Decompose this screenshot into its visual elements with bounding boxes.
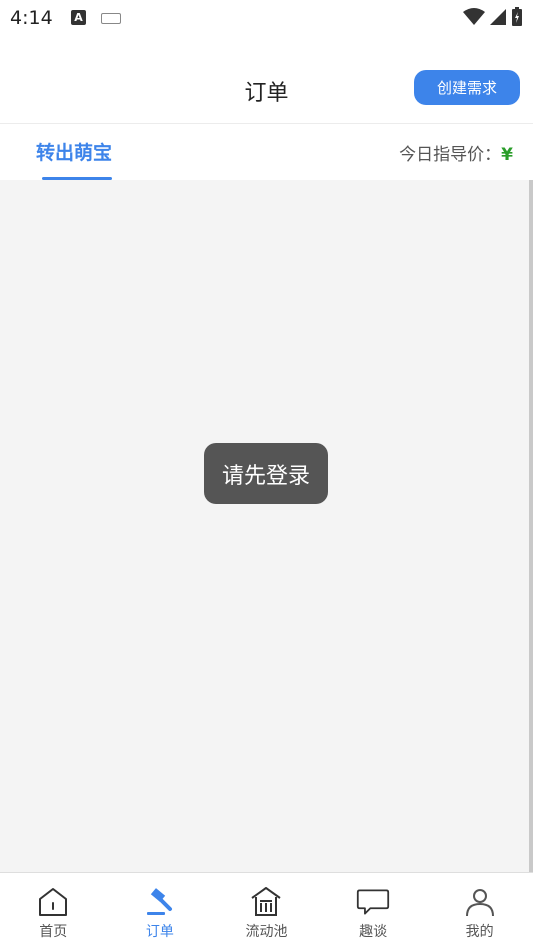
nav-item-home[interactable]: 首页 [0, 873, 107, 950]
nav-item-mine[interactable]: 我的 [426, 873, 533, 950]
nav-item-pool[interactable]: 流动池 [213, 873, 320, 950]
wifi-icon [463, 8, 485, 25]
guide-price: 今日指导价：¥ [399, 140, 513, 165]
battery-icon [512, 7, 522, 26]
keyboard-icon [101, 13, 121, 24]
chat-bubble-icon [356, 885, 390, 919]
nav-label-chat: 趣谈 [359, 924, 388, 940]
signal-icon [490, 9, 506, 25]
notification-a-icon: A [71, 10, 86, 25]
app-header: 订单 创建需求 [0, 55, 533, 124]
scrollbar[interactable] [529, 180, 533, 872]
bank-icon [249, 885, 283, 919]
status-bar: 4:14 A [0, 0, 533, 36]
system-icons [463, 7, 523, 27]
nav-label-pool: 流动池 [245, 924, 288, 940]
nav-item-chat[interactable]: 趣谈 [320, 873, 427, 950]
bottom-nav: 首页 订单 流动池 趣谈 我的 [0, 872, 533, 950]
tab-bar: 转出萌宝 今日指导价：¥ [0, 124, 533, 180]
nav-item-orders[interactable]: 订单 [107, 873, 214, 950]
guide-price-label: 今日指导价： [399, 145, 502, 165]
status-time: 4:14 [10, 7, 53, 29]
home-icon [36, 885, 70, 919]
tab-transfer-out[interactable]: 转出萌宝 [36, 138, 112, 165]
price-currency-symbol: ¥ [501, 145, 513, 165]
login-toast: 请先登录 [204, 443, 328, 504]
user-icon [463, 885, 497, 919]
nav-label-home: 首页 [39, 924, 68, 940]
nav-label-mine: 我的 [465, 924, 494, 940]
order-list-area[interactable]: 请先登录 [0, 180, 533, 872]
gavel-icon [143, 885, 177, 919]
nav-label-orders: 订单 [145, 924, 174, 940]
create-demand-button[interactable]: 创建需求 [414, 70, 520, 105]
